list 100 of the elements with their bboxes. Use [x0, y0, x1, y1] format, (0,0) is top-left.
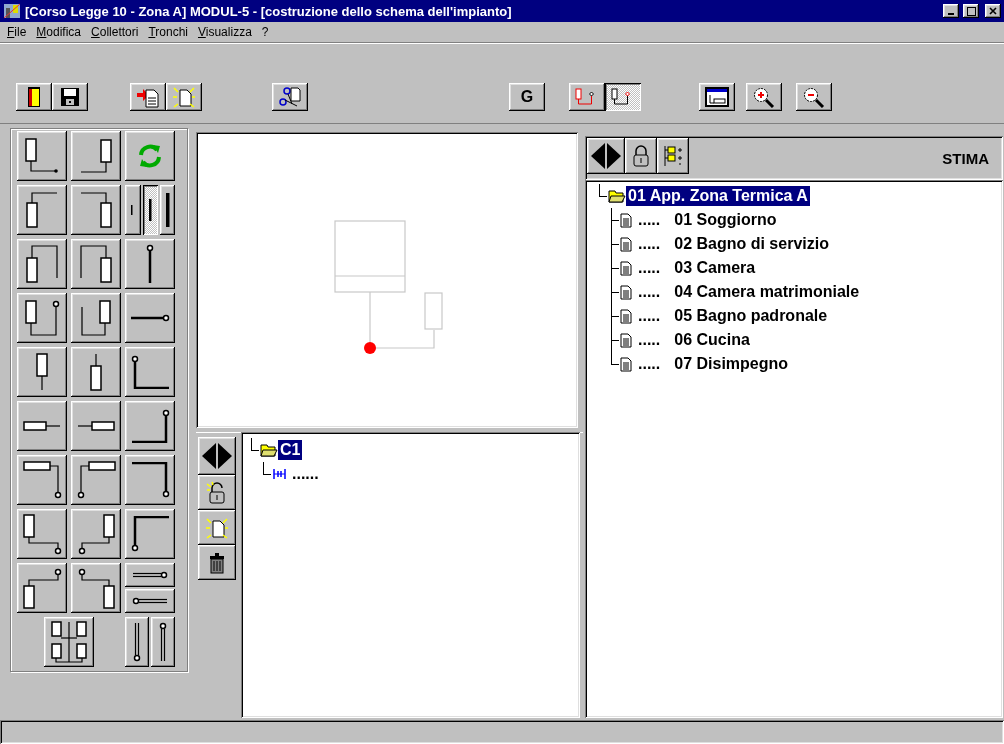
tool-button[interactable]	[44, 617, 94, 667]
zoom-in-icon	[752, 86, 776, 108]
tree-item[interactable]: 05 Bagno padronale	[672, 306, 830, 326]
header-button[interactable]	[587, 138, 625, 174]
pipe-route-icon	[80, 139, 112, 173]
pipe-route-icon	[130, 462, 170, 498]
line-width-button[interactable]	[125, 185, 141, 235]
leader-dots: .....	[638, 355, 661, 373]
pipe-route-icon	[76, 461, 116, 499]
left-right-arrows-icon	[200, 441, 234, 471]
document-icon	[620, 212, 632, 228]
panel-title: STIMA	[942, 150, 989, 167]
tool-button[interactable]	[71, 455, 121, 505]
maximize-button[interactable]	[963, 4, 979, 18]
tool-button[interactable]	[125, 617, 149, 667]
toolbar-button[interactable]	[746, 83, 782, 111]
pipe-route-icon	[26, 192, 58, 228]
side-button[interactable]	[198, 510, 236, 545]
toolbar-button[interactable]	[52, 83, 88, 111]
document-icon	[620, 308, 632, 324]
tool-button[interactable]	[125, 347, 175, 397]
tool-button[interactable]	[125, 239, 175, 289]
tree-item[interactable]: 01 Soggiorno	[672, 210, 779, 230]
tool-button[interactable]	[17, 293, 67, 343]
pipe-route-icon	[24, 300, 60, 336]
tool-button[interactable]	[71, 185, 121, 235]
tool-button[interactable]	[125, 131, 175, 181]
tool-button[interactable]	[71, 293, 121, 343]
line-width-button[interactable]	[160, 185, 175, 235]
tool-button[interactable]	[71, 131, 121, 181]
menu-item[interactable]: Modifica	[31, 25, 87, 39]
tool-button[interactable]	[71, 347, 121, 397]
menu-item[interactable]: File	[2, 25, 32, 39]
toolbar-button[interactable]	[272, 83, 308, 111]
new-document-icon	[172, 86, 196, 108]
tool-button[interactable]	[125, 509, 175, 559]
menu-item[interactable]: ?	[256, 25, 274, 39]
tool-button[interactable]	[125, 293, 175, 343]
tool-button[interactable]	[17, 239, 67, 289]
toolbar-button[interactable]	[796, 83, 832, 111]
menu-item[interactable]: Tronchi	[143, 25, 193, 39]
tree-item[interactable]: 07 Disimpegno	[672, 354, 791, 374]
tool-button[interactable]	[17, 185, 67, 235]
document-icon	[620, 284, 632, 300]
tool-button[interactable]	[17, 347, 67, 397]
tree-item[interactable]: 02 Bagno di servizio	[672, 234, 831, 254]
pipe-route-icon	[22, 567, 62, 609]
toolbar-button[interactable]	[699, 83, 735, 111]
tool-button[interactable]	[17, 509, 67, 559]
tool-button[interactable]	[151, 617, 175, 667]
tree-item[interactable]: C1	[278, 440, 303, 460]
tree-item[interactable]: 03 Camera	[672, 258, 758, 278]
tree-item[interactable]: 06 Cucina	[672, 330, 752, 350]
manifold-icon	[272, 468, 286, 480]
app-icon	[3, 3, 21, 19]
tool-button[interactable]	[71, 401, 121, 451]
line-width-icon	[165, 193, 170, 227]
close-icon	[989, 7, 997, 15]
side-button[interactable]	[198, 475, 236, 510]
toolbar-button[interactable]	[605, 83, 641, 111]
menu-item[interactable]: Visualizza	[193, 25, 257, 39]
tool-button[interactable]	[125, 401, 175, 451]
toolbar-button[interactable]	[130, 83, 166, 111]
minimize-button[interactable]	[943, 4, 959, 18]
open-folder-icon	[260, 443, 278, 457]
header-button[interactable]	[625, 138, 657, 174]
tree-line	[611, 304, 620, 328]
tree-line	[611, 280, 620, 304]
side-button[interactable]	[198, 437, 236, 475]
tool-button[interactable]	[17, 131, 67, 181]
toolbar-button[interactable]: G	[509, 83, 545, 111]
close-button[interactable]	[985, 4, 1001, 18]
unlock-icon	[206, 480, 228, 505]
header-button[interactable]	[657, 138, 689, 174]
leader-dots: .....	[638, 211, 661, 229]
tool-button[interactable]	[17, 455, 67, 505]
line-width-button[interactable]	[143, 185, 158, 235]
tool-button[interactable]	[71, 563, 121, 613]
pipe-route-icon	[77, 567, 115, 609]
tool-button[interactable]	[71, 509, 121, 559]
open-folder-icon	[608, 189, 626, 203]
tool-button[interactable]	[125, 563, 175, 587]
document-icon	[620, 236, 632, 252]
toolbar-button[interactable]	[166, 83, 202, 111]
pipe-route-icon	[130, 516, 170, 552]
tool-button[interactable]	[17, 401, 67, 451]
side-button[interactable]	[198, 545, 236, 580]
tree-item[interactable]: 01 App. Zona Termica A	[626, 186, 810, 206]
new-document-icon	[205, 516, 229, 539]
tree-item[interactable]: 04 Camera matrimoniale	[672, 282, 862, 302]
toolbar-button[interactable]	[569, 83, 605, 111]
tool-button[interactable]	[71, 239, 121, 289]
tool-button[interactable]	[125, 455, 175, 505]
tool-button[interactable]	[17, 563, 67, 613]
toolbar-button[interactable]	[16, 83, 52, 111]
tool-button[interactable]	[125, 589, 175, 613]
pipe-route-icon	[159, 622, 167, 662]
manifold-icon	[51, 621, 87, 663]
tree-expand-icon	[661, 144, 685, 168]
menu-item[interactable]: Collettori	[86, 25, 144, 39]
